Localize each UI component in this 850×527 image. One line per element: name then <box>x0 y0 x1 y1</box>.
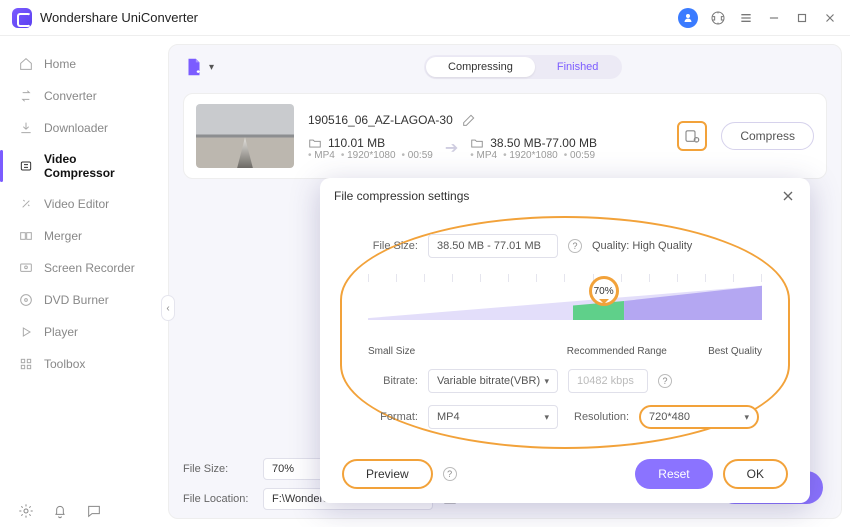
resolution-select[interactable]: 720*480▾ <box>639 405 759 429</box>
sidebar-item-label: Home <box>44 57 76 71</box>
home-icon <box>18 56 34 72</box>
ok-button[interactable]: OK <box>723 459 788 489</box>
target-dur: 00:59 <box>564 150 595 161</box>
target-size: 38.50 MB-77.00 MB <box>490 136 597 150</box>
notifications-icon[interactable] <box>52 503 68 519</box>
app-logo <box>12 8 32 28</box>
video-thumbnail[interactable] <box>196 104 294 168</box>
sidebar: Home Converter Downloader Video Compress… <box>0 36 166 527</box>
slider-label-small: Small Size <box>368 346 415 357</box>
toolbox-icon <box>18 356 34 372</box>
compression-settings-button[interactable] <box>677 121 707 151</box>
help-icon[interactable]: ? <box>658 374 672 388</box>
sidebar-item-merger[interactable]: Merger <box>0 220 166 252</box>
app-title: Wondershare UniConverter <box>40 10 198 25</box>
sidebar-item-label: Downloader <box>44 121 108 135</box>
sidebar-item-label: DVD Burner <box>44 293 109 307</box>
minimize-button[interactable] <box>766 10 782 26</box>
preview-button[interactable]: Preview <box>342 459 433 489</box>
sidebar-item-label: Video Editor <box>44 197 109 211</box>
slider-label-recommended: Recommended Range <box>567 346 667 357</box>
recorder-icon <box>18 260 34 276</box>
source-size: 110.01 MB <box>328 136 385 150</box>
reset-button[interactable]: Reset <box>635 459 712 489</box>
sidebar-item-label: Player <box>44 325 78 339</box>
sidebar-item-video-compressor[interactable]: Video Compressor <box>0 144 166 188</box>
merger-icon <box>18 228 34 244</box>
file-card: 190516_06_AZ-LAGOA-30 110.01 MB MP4 1920*… <box>183 93 827 179</box>
sidebar-item-label: Toolbox <box>44 357 85 371</box>
tab-finished[interactable]: Finished <box>535 57 621 77</box>
bitrate-select[interactable]: Variable bitrate(VBR)▾ <box>428 369 558 393</box>
compressor-icon <box>18 158 34 174</box>
tab-segment: Compressing Finished <box>424 55 622 79</box>
help-icon[interactable]: ? <box>568 239 582 253</box>
sidebar-item-dvd-burner[interactable]: DVD Burner <box>0 284 166 316</box>
compress-button[interactable]: Compress <box>721 122 814 150</box>
account-avatar[interactable] <box>678 8 698 28</box>
sidebar-item-label: Screen Recorder <box>44 261 135 275</box>
slider-label-best: Best Quality <box>708 346 762 357</box>
close-button[interactable] <box>822 10 838 26</box>
edit-name-icon[interactable] <box>461 112 477 128</box>
sidebar-item-toolbox[interactable]: Toolbox <box>0 348 166 380</box>
source-dur: 00:59 <box>402 150 433 161</box>
sidebar-item-label: Converter <box>44 89 97 103</box>
compression-settings-popup: File compression settings File Size: 38.… <box>320 178 810 503</box>
add-file-button[interactable]: ▾ <box>183 56 214 78</box>
target-res: 1920*1080 <box>503 150 558 161</box>
format-label: Format: <box>368 411 418 423</box>
collapse-sidebar-handle[interactable]: ‹ <box>161 295 175 321</box>
sidebar-item-video-editor[interactable]: Video Editor <box>0 188 166 220</box>
resolution-label: Resolution: <box>574 411 629 423</box>
quality-label: Quality: High Quality <box>592 240 692 252</box>
menu-icon[interactable] <box>738 10 754 26</box>
bitrate-input[interactable]: 10482 kbps <box>568 369 648 393</box>
footer-location-label: File Location: <box>183 493 253 505</box>
filesize-label: File Size: <box>368 240 418 252</box>
close-icon[interactable] <box>780 188 796 204</box>
help-icon[interactable]: ? <box>443 467 457 481</box>
file-name: 190516_06_AZ-LAGOA-30 <box>308 113 453 127</box>
feedback-icon[interactable] <box>86 503 102 519</box>
source-format: MP4 <box>308 150 335 161</box>
sidebar-item-downloader[interactable]: Downloader <box>0 112 166 144</box>
arrow-right-icon: ➔ <box>445 138 458 158</box>
settings-icon[interactable] <box>18 503 34 519</box>
downloader-icon <box>18 120 34 136</box>
folder-icon <box>308 136 322 150</box>
source-res: 1920*1080 <box>341 150 396 161</box>
maximize-button[interactable] <box>794 10 810 26</box>
titlebar: Wondershare UniConverter <box>0 0 850 36</box>
support-icon[interactable] <box>710 10 726 26</box>
editor-icon <box>18 196 34 212</box>
add-file-icon <box>183 56 205 78</box>
chevron-down-icon: ▾ <box>209 62 214 73</box>
dvd-icon <box>18 292 34 308</box>
target-format: MP4 <box>470 150 497 161</box>
sidebar-item-player[interactable]: Player <box>0 316 166 348</box>
slider-knob[interactable]: 70% <box>589 276 619 306</box>
popup-title: File compression settings <box>334 189 469 203</box>
player-icon <box>18 324 34 340</box>
bitrate-label: Bitrate: <box>368 375 418 387</box>
sidebar-item-label: Video Compressor <box>44 152 148 180</box>
folder-icon <box>470 136 484 150</box>
filesize-field[interactable]: 38.50 MB - 77.01 MB <box>428 234 558 258</box>
footer-filesize-label: File Size: <box>183 463 253 475</box>
size-slider[interactable]: 70% <box>368 274 762 334</box>
converter-icon <box>18 88 34 104</box>
sidebar-item-screen-recorder[interactable]: Screen Recorder <box>0 252 166 284</box>
tab-compressing[interactable]: Compressing <box>426 57 535 77</box>
sidebar-item-label: Merger <box>44 229 82 243</box>
sidebar-item-converter[interactable]: Converter <box>0 80 166 112</box>
sidebar-item-home[interactable]: Home <box>0 48 166 80</box>
format-select[interactable]: MP4▾ <box>428 405 558 429</box>
